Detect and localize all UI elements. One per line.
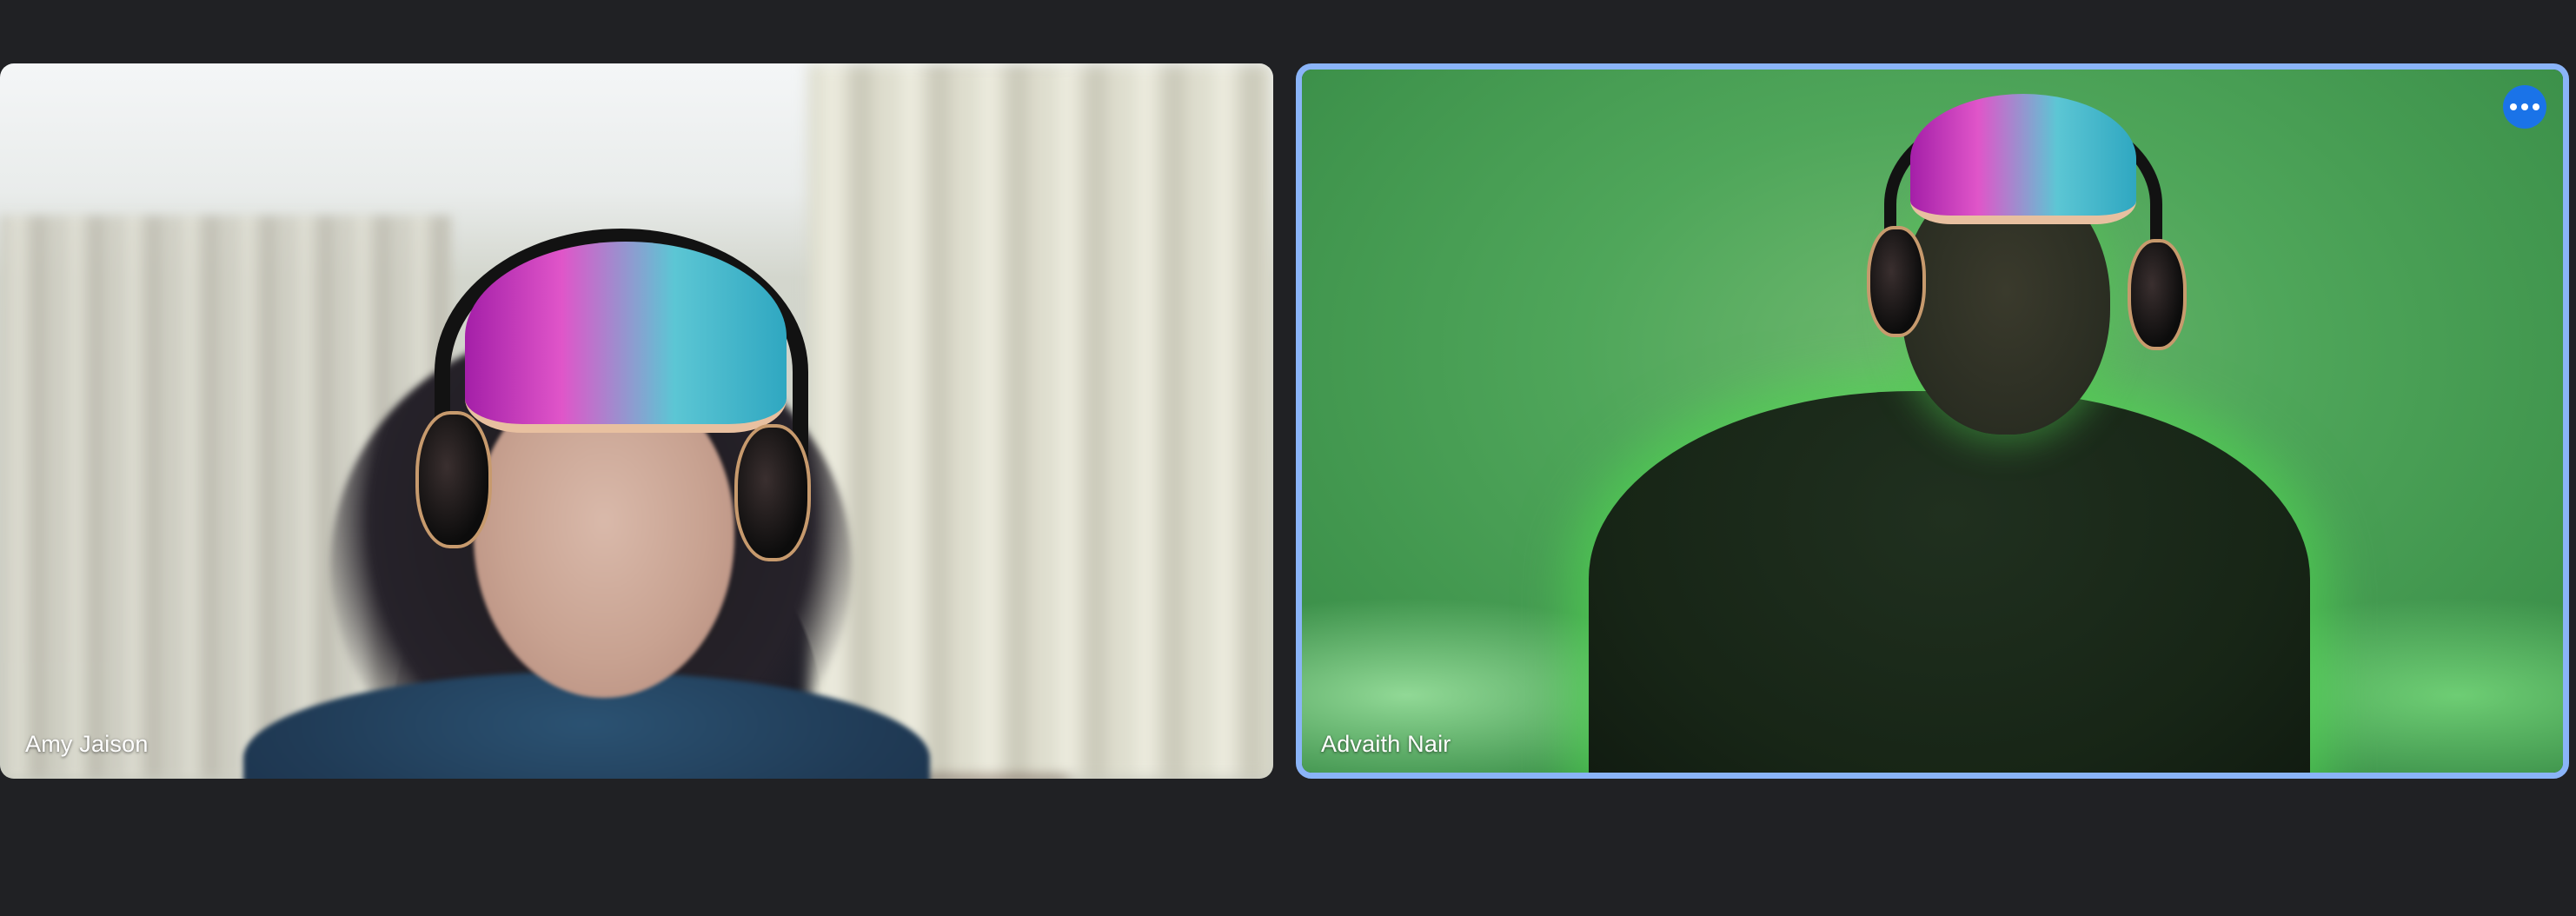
participant-tile-amy-jaison[interactable]: Amy Jaison xyxy=(0,63,1273,779)
video-feed xyxy=(1302,70,2563,773)
background-curtain xyxy=(808,63,1273,779)
headphone-earcup xyxy=(2128,239,2187,350)
video-feed xyxy=(0,63,1273,779)
headphone-earcup xyxy=(1867,226,1926,337)
headphone-earcup xyxy=(415,411,492,548)
more-horizontal-icon xyxy=(2510,103,2517,110)
participant-name-label: Amy Jaison xyxy=(25,731,149,757)
video-call-stage: Amy Jaison Advaith Nair xyxy=(0,0,2576,916)
cap-effect xyxy=(465,242,787,433)
cap-effect xyxy=(1910,94,2136,224)
participant-body xyxy=(1589,391,2310,773)
more-horizontal-icon xyxy=(2533,103,2539,110)
participant-tile-advaith-nair[interactable]: Advaith Nair xyxy=(1296,63,2569,779)
headphone-earcup xyxy=(734,424,811,561)
participant-name-label: Advaith Nair xyxy=(1321,731,1451,757)
more-horizontal-icon xyxy=(2521,103,2528,110)
more-options-button[interactable] xyxy=(2503,85,2546,129)
